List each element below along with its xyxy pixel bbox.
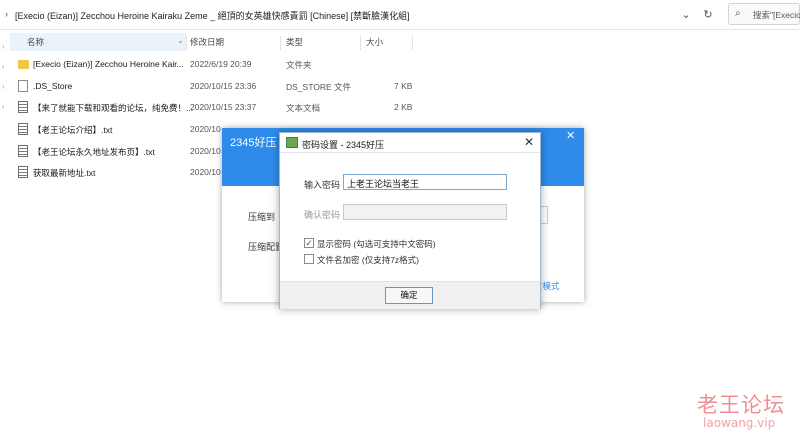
column-divider[interactable]	[412, 36, 413, 50]
file-row[interactable]: 【来了就能下载和观看的论坛，纯免费！... 2020/10/15 23:37 文…	[18, 97, 418, 117]
file-date: 2020/10	[190, 124, 221, 134]
file-name: [Execio (Eizan)] Zecchou Heroine Kair...	[33, 59, 184, 69]
file-name: 【来了就能下载和观看的论坛，纯免费！...	[33, 103, 194, 113]
file-date: 2020/10	[190, 146, 221, 156]
file-type: DS_STORE 文件	[286, 82, 352, 92]
watermark-url: laowang.vip	[703, 416, 776, 430]
file-size: 7 KB	[394, 81, 413, 91]
compress-window-title: 2345好压	[230, 137, 277, 149]
breadcrumb-chevron-icon[interactable]: ›	[5, 9, 8, 19]
column-header-name[interactable]: 名称	[27, 36, 44, 50]
folder-icon	[18, 60, 29, 69]
column-header-size[interactable]: 大小	[366, 36, 383, 50]
column-divider[interactable]	[280, 36, 281, 50]
dialog-titlebar: 密码设置 - 2345好压 ✕	[280, 133, 540, 153]
text-file-icon	[18, 101, 28, 113]
file-date: 2020/10	[190, 167, 221, 177]
password-dialog: 密码设置 - 2345好压 ✕ 输入密码 上老王论坛当老王 确认密码 ✓ 显示密…	[279, 132, 541, 309]
file-size: 2 KB	[394, 102, 413, 112]
file-date: 2020/10/15 23:37	[190, 102, 257, 112]
show-password-checkbox[interactable]: ✓	[304, 238, 314, 248]
file-type: 文件夹	[286, 60, 312, 70]
column-divider[interactable]	[186, 36, 187, 50]
column-divider[interactable]	[360, 36, 361, 50]
file-name: 【老王论坛永久地址发布页】.txt	[33, 147, 155, 157]
file-type: 文本文档	[286, 103, 321, 113]
sort-chevron-icon: ⌄	[177, 36, 184, 45]
dialog-title: 密码设置 - 2345好压	[302, 140, 385, 150]
column-header-date[interactable]: 修改日期	[190, 36, 224, 50]
file-icon	[18, 80, 28, 92]
search-icon: ⌕	[735, 8, 741, 19]
file-date: 2020/10/15 23:36	[190, 81, 257, 91]
nav-expand-icon[interactable]: ›	[2, 84, 4, 91]
app-logo-icon	[286, 137, 298, 148]
nav-expand-icon[interactable]: ›	[2, 64, 4, 71]
history-dropdown-icon[interactable]: ⌄	[676, 6, 696, 24]
file-name: .DS_Store	[33, 81, 73, 91]
file-date: 2022/6/19 20:39	[190, 59, 252, 69]
column-header-type[interactable]: 类型	[286, 36, 303, 50]
file-name: 【老王论坛介绍】.txt	[33, 125, 113, 135]
nav-expand-icon[interactable]: ›	[2, 44, 4, 51]
address-bar: › [Execio (Eizan)] Zecchou Heroine Kaira…	[0, 0, 800, 30]
show-password-label[interactable]: 显示密码 (勾选可支持中文密码)	[317, 238, 436, 250]
breadcrumb-path[interactable]: [Execio (Eizan)] Zecchou Heroine Kairaku…	[15, 9, 410, 22]
search-placeholder: 搜索"[Execio	[753, 10, 800, 20]
text-file-icon	[18, 123, 28, 135]
encrypt-filenames-label[interactable]: 文件名加密 (仅支持7z格式)	[317, 254, 419, 266]
dialog-footer: 确定	[280, 281, 540, 309]
confirm-password-input	[343, 204, 507, 220]
file-row[interactable]: .DS_Store 2020/10/15 23:36 DS_STORE 文件 7…	[18, 76, 418, 96]
search-box[interactable]: ⌕ 搜索"[Execio	[728, 3, 800, 25]
ok-button[interactable]: 确定	[385, 287, 433, 304]
close-icon[interactable]: ✕	[566, 129, 575, 142]
confirm-password-label: 确认密码	[304, 210, 341, 220]
enter-password-label: 输入密码	[304, 180, 341, 190]
text-file-icon	[18, 166, 28, 178]
compress-to-label: 压缩到	[248, 212, 276, 222]
nav-expand-icon[interactable]: ›	[2, 104, 4, 111]
encrypt-filenames-checkbox[interactable]	[304, 254, 314, 264]
refresh-icon[interactable]: ↻	[698, 6, 718, 24]
file-row[interactable]: [Execio (Eizan)] Zecchou Heroine Kair...…	[18, 54, 418, 74]
password-input[interactable]: 上老王论坛当老王	[343, 174, 507, 190]
close-icon[interactable]: ✕	[522, 135, 536, 149]
file-name: 获取最新地址.txt	[33, 168, 96, 178]
text-file-icon	[18, 145, 28, 157]
watermark-logo-text: 老王论坛	[697, 393, 785, 417]
